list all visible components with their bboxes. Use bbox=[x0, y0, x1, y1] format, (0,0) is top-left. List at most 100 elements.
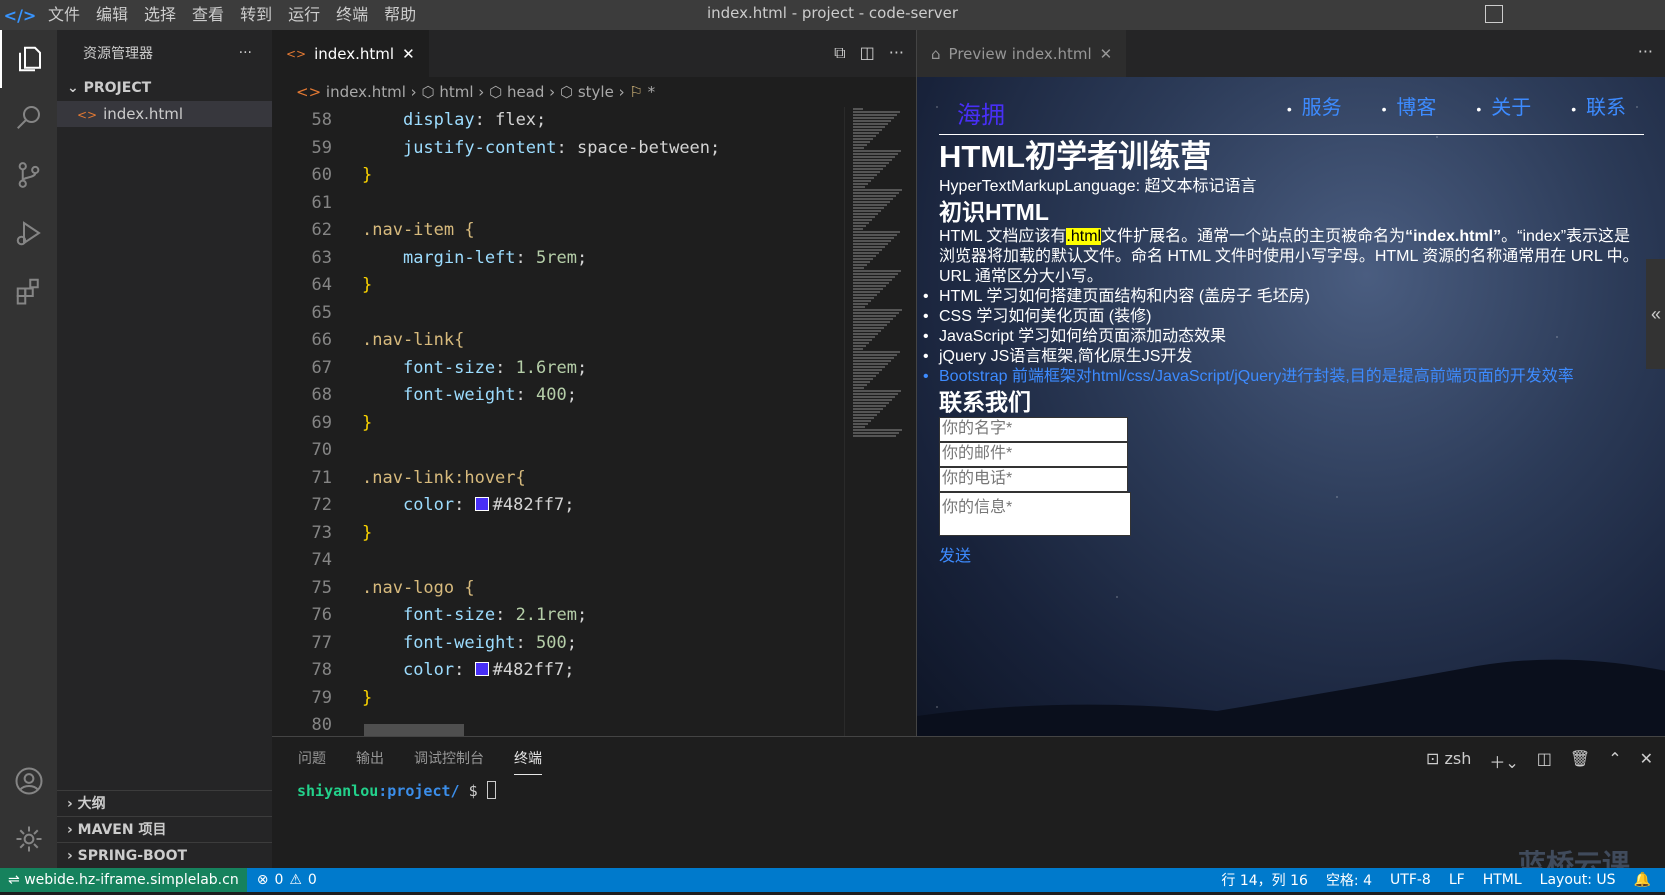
minimap-line bbox=[853, 393, 898, 395]
tab-problems[interactable]: 问题 bbox=[298, 748, 326, 768]
color-swatch[interactable] bbox=[474, 662, 489, 676]
menu-terminal[interactable]: 终端 bbox=[328, 0, 376, 30]
maximize-panel-icon[interactable]: ⌃ bbox=[1608, 749, 1621, 773]
menu-help[interactable]: 帮助 bbox=[376, 0, 424, 30]
explorer-icon[interactable] bbox=[0, 30, 57, 88]
split-terminal-icon[interactable]: ◫ bbox=[1537, 749, 1552, 773]
breadcrumb-file[interactable]: index.html bbox=[326, 83, 406, 101]
keyboard-layout[interactable]: Layout: US bbox=[1540, 872, 1616, 888]
brace: } bbox=[362, 165, 373, 185]
color-swatch[interactable] bbox=[474, 497, 489, 511]
minimap-line bbox=[853, 282, 889, 284]
phone-field[interactable]: 你的电话* bbox=[939, 467, 1128, 492]
para-bold: “index.html” bbox=[1405, 228, 1502, 245]
close-panel-icon[interactable]: ✕ bbox=[1640, 749, 1653, 773]
more-actions-icon[interactable]: ··· bbox=[239, 45, 252, 61]
css-property: font-weight bbox=[402, 385, 516, 405]
run-debug-icon[interactable] bbox=[0, 204, 57, 262]
code-line: 64} bbox=[272, 272, 916, 300]
name-field[interactable]: 你的名字* bbox=[939, 417, 1128, 442]
preview-icon: ⌂ bbox=[931, 44, 941, 63]
problems-status[interactable]: ⊗ 0 ⚠ 0 bbox=[247, 872, 317, 888]
menu-file[interactable]: 文件 bbox=[40, 0, 88, 30]
minimap-line bbox=[853, 351, 900, 353]
menu-go[interactable]: 转到 bbox=[232, 0, 280, 30]
menu-edit[interactable]: 编辑 bbox=[88, 0, 136, 30]
error-count: 0 bbox=[274, 872, 284, 888]
close-icon[interactable]: ✕ bbox=[402, 45, 415, 63]
minimap-line bbox=[853, 411, 880, 413]
tab-output[interactable]: 输出 bbox=[356, 748, 384, 768]
tab-preview[interactable]: ⌂ Preview index.html ✕ bbox=[917, 30, 1127, 77]
project-folder-label: PROJECT bbox=[83, 80, 152, 96]
account-icon[interactable] bbox=[0, 752, 57, 810]
breadcrumb-style[interactable]: style bbox=[578, 83, 614, 101]
close-icon[interactable]: ✕ bbox=[1100, 45, 1113, 63]
project-folder[interactable]: ⌄ PROJECT bbox=[57, 75, 272, 101]
nav-link-about[interactable]: 关于 bbox=[1476, 91, 1531, 120]
page-heading: HTML初学者训练营 bbox=[939, 139, 1212, 174]
source-control-icon[interactable] bbox=[0, 146, 57, 204]
line-number: 73 bbox=[311, 522, 332, 543]
css-selector: .nav-link{ bbox=[362, 330, 465, 350]
code-text: } bbox=[332, 410, 372, 438]
minimap-line bbox=[853, 327, 884, 329]
minimap-line bbox=[853, 195, 896, 197]
nav-link-blog[interactable]: 博客 bbox=[1382, 91, 1436, 120]
more-actions-icon[interactable]: ··· bbox=[889, 43, 904, 63]
nav-link-services[interactable]: 服务 bbox=[1287, 91, 1342, 120]
menu-run[interactable]: 运行 bbox=[280, 0, 328, 30]
code-text: justify-content: space-between; bbox=[402, 137, 721, 158]
email-field[interactable]: 你的邮件* bbox=[939, 442, 1128, 467]
code-area[interactable]: 58 display: flex; 59 justify-content: spa… bbox=[272, 107, 916, 736]
new-terminal-icon[interactable]: ＋⌄ bbox=[1489, 749, 1518, 773]
language-mode[interactable]: HTML bbox=[1483, 872, 1522, 888]
topic-list: HTML 学习如何搭建页面结构和内容 (盖房子 毛坯房) CSS 学习如何美化页… bbox=[923, 287, 1644, 387]
search-icon[interactable] bbox=[0, 88, 57, 146]
explorer-header: 资源管理器 ··· bbox=[57, 30, 272, 75]
collapse-chevron-icon[interactable]: « bbox=[1646, 259, 1665, 369]
terminal-selector[interactable]: ⊡ zsh bbox=[1426, 749, 1471, 773]
indentation[interactable]: 空格: 4 bbox=[1326, 870, 1372, 890]
breadcrumb-selector[interactable]: * bbox=[648, 83, 656, 101]
code-text: } bbox=[332, 520, 372, 548]
mountain-silhouette bbox=[917, 659, 1665, 736]
terminal[interactable]: shiyanlou:project/ $ bbox=[272, 779, 1665, 803]
maven-section[interactable]: › MAVEN 项目 bbox=[57, 816, 272, 842]
send-button[interactable]: 发送 bbox=[939, 542, 1644, 566]
encoding[interactable]: UTF-8 bbox=[1390, 872, 1431, 888]
tab-index-html[interactable]: <> index.html ✕ bbox=[272, 30, 429, 77]
breadcrumb-html[interactable]: html bbox=[439, 83, 473, 101]
minimap[interactable] bbox=[844, 107, 914, 736]
tab-terminal[interactable]: 终端 bbox=[514, 742, 542, 775]
vscode-logo-icon[interactable]: </> bbox=[0, 6, 40, 25]
horizontal-scrollbar[interactable] bbox=[364, 724, 464, 736]
minimap-line bbox=[853, 402, 889, 404]
cursor-position[interactable]: 行 14，列 16 bbox=[1221, 870, 1308, 890]
tab-debug-console[interactable]: 调试控制台 bbox=[414, 748, 484, 768]
extensions-icon[interactable] bbox=[0, 262, 57, 320]
section-heading: 初识HTML bbox=[939, 199, 1049, 225]
line-ending[interactable]: LF bbox=[1449, 872, 1465, 888]
menu-selection[interactable]: 选择 bbox=[136, 0, 184, 30]
layout-toggle-icon[interactable] bbox=[1485, 5, 1503, 23]
outline-section[interactable]: › 大纲 bbox=[57, 790, 272, 816]
bell-icon[interactable]: 🔔 bbox=[1634, 872, 1651, 888]
remote-indicator[interactable]: ⇌ webide.hz-iframe.simplelab.cn bbox=[0, 868, 247, 892]
code-line: 79} bbox=[272, 685, 916, 713]
trash-icon[interactable]: 🗑 bbox=[1570, 749, 1590, 773]
minimap-line bbox=[853, 435, 896, 437]
minimap-line bbox=[853, 231, 900, 233]
more-actions-icon[interactable]: ··· bbox=[1638, 42, 1653, 61]
menu-view[interactable]: 查看 bbox=[184, 0, 232, 30]
spring-boot-section[interactable]: › SPRING-BOOT DASHBO... bbox=[57, 842, 272, 890]
bootstrap-link[interactable]: Bootstrap 前端框架对html/css/JavaScript/jQuer… bbox=[923, 367, 1644, 387]
site-logo[interactable]: 海拥 bbox=[957, 95, 1005, 130]
split-editor-icon[interactable]: ◫ bbox=[860, 43, 875, 63]
settings-gear-icon[interactable] bbox=[0, 810, 57, 868]
message-field[interactable]: 你的信息* bbox=[939, 492, 1131, 536]
nav-link-contact[interactable]: 联系 bbox=[1571, 91, 1626, 120]
file-item-index-html[interactable]: <> index.html bbox=[57, 101, 272, 127]
breadcrumb-head[interactable]: head bbox=[507, 83, 544, 101]
open-preview-icon[interactable]: ⧉ bbox=[834, 43, 845, 63]
